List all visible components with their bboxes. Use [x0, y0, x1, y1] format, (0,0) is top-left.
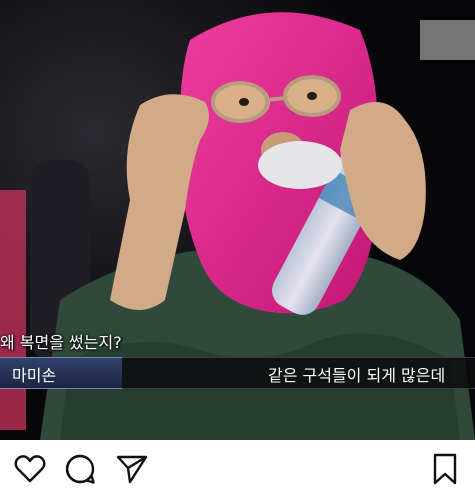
- bookmark-icon: [433, 453, 457, 485]
- post-image[interactable]: 왜 복면을 썼는지? 마미손 같은 구석들이 되게 많은데: [0, 0, 475, 440]
- bookmark-button[interactable]: [428, 452, 462, 486]
- heart-icon: [14, 455, 46, 483]
- speaker-name: 마미손: [12, 366, 57, 385]
- caption-line-1: 왜 복면을 썼는지?: [0, 333, 122, 352]
- comment-button[interactable]: [63, 452, 97, 486]
- comment-icon: [65, 454, 95, 484]
- subtitle-text: 같은 구석들이 되게 많은데: [268, 366, 446, 385]
- post-action-bar: [0, 440, 475, 498]
- share-icon: [116, 455, 148, 484]
- subtitle-bar: 같은 구석들이 되게 많은데: [122, 357, 475, 389]
- speaker-name-bar: 마미손: [0, 357, 122, 389]
- share-button[interactable]: [115, 452, 149, 486]
- like-button[interactable]: [13, 452, 47, 486]
